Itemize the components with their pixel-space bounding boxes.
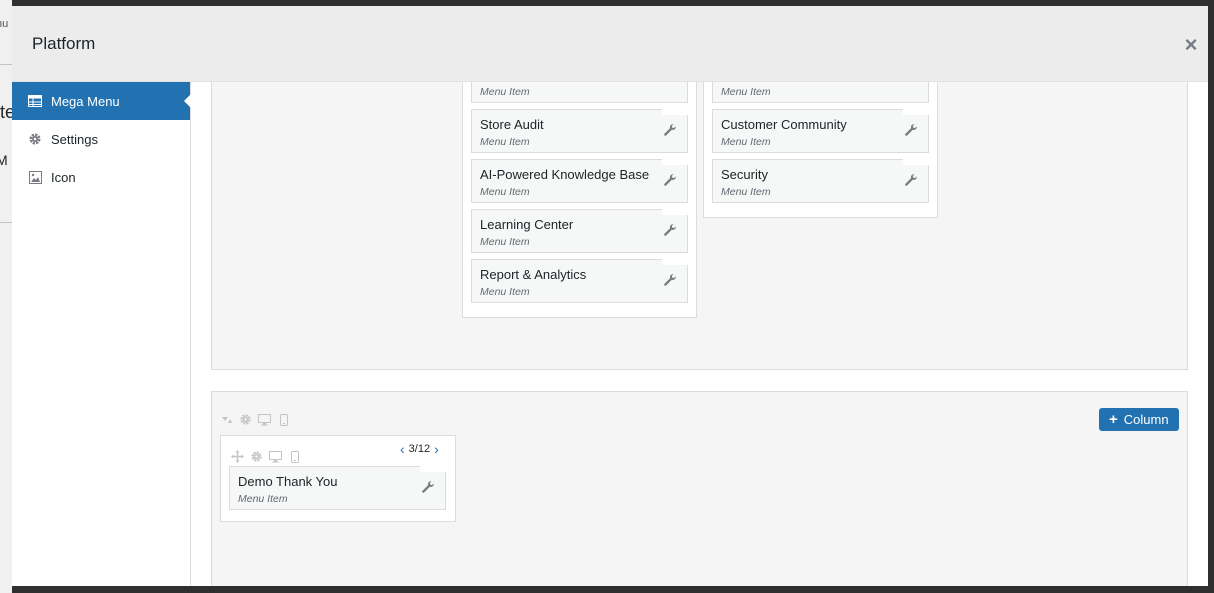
column-toolbar bbox=[231, 450, 301, 463]
menu-item-card[interactable]: Demo Thank You Menu Item bbox=[229, 466, 446, 510]
menu-item-type: Menu Item bbox=[480, 186, 530, 198]
add-column-label: Column bbox=[1123, 412, 1169, 427]
modal-title: Platform bbox=[32, 34, 96, 53]
sidebar-item-mega-menu[interactable]: Mega Menu bbox=[12, 82, 191, 120]
mega-menu-column: Menu Item Store Audit Menu Item AI-Power… bbox=[462, 82, 697, 318]
wrench-icon[interactable] bbox=[663, 223, 677, 237]
menu-item-type: Menu Item bbox=[480, 136, 530, 148]
menu-item-card[interactable]: Customer Community Menu Item bbox=[712, 109, 929, 153]
menu-item-title: Customer Community bbox=[721, 117, 847, 132]
mega-menu-column: Menu Item Customer Community Menu Item S… bbox=[703, 82, 938, 218]
row-toolbar bbox=[220, 413, 290, 426]
sidebar-item-label: Icon bbox=[51, 169, 76, 185]
modal-header: Platform × bbox=[12, 6, 1208, 82]
gear-icon bbox=[28, 132, 42, 146]
image-icon bbox=[28, 170, 42, 184]
menu-item-title: AI-Powered Knowledge Base bbox=[480, 167, 650, 182]
wrench-icon[interactable] bbox=[904, 173, 918, 187]
menu-item-title: Security bbox=[721, 167, 768, 182]
wrench-icon[interactable] bbox=[421, 480, 435, 494]
sidebar-item-settings[interactable]: Settings bbox=[12, 120, 190, 158]
menu-item-card[interactable]: Store Audit Menu Item bbox=[471, 109, 688, 153]
menu-item-type: Menu Item bbox=[721, 136, 771, 148]
background-divider bbox=[0, 222, 12, 223]
sidebar-item-label: Mega Menu bbox=[51, 93, 120, 109]
menu-item-card[interactable]: Menu Item bbox=[471, 82, 688, 103]
menu-item-type: Menu Item bbox=[480, 286, 530, 298]
menu-item-title: Learning Center bbox=[480, 217, 574, 232]
mega-menu-editor: Menu Item Store Audit Menu Item AI-Power… bbox=[191, 82, 1208, 586]
menu-item-type: Menu Item bbox=[721, 186, 771, 198]
menu-item-card[interactable]: Menu Item bbox=[712, 82, 929, 103]
mega-menu-row bbox=[211, 82, 1188, 370]
menu-item-title: Demo Thank You bbox=[238, 474, 338, 489]
menu-item-card[interactable]: Learning Center Menu Item bbox=[471, 209, 688, 253]
close-icon[interactable]: × bbox=[1176, 32, 1206, 58]
sidebar-item-label: Settings bbox=[51, 131, 98, 147]
move-icon[interactable] bbox=[231, 450, 244, 463]
wrench-icon[interactable] bbox=[663, 173, 677, 187]
column-width-control: ‹ 3/12 › bbox=[400, 442, 439, 456]
menu-item-card[interactable]: AI-Powered Knowledge Base Menu Item bbox=[471, 159, 688, 203]
menu-item-type: Menu Item bbox=[480, 86, 530, 98]
menu-item-card[interactable]: Security Menu Item bbox=[712, 159, 929, 203]
gear-icon[interactable] bbox=[239, 413, 252, 426]
wrench-icon[interactable] bbox=[663, 273, 677, 287]
background-text: ite bbox=[0, 102, 12, 122]
add-column-button[interactable]: + Column bbox=[1099, 408, 1179, 431]
desktop-icon[interactable] bbox=[258, 413, 271, 426]
mobile-icon[interactable] bbox=[277, 413, 290, 426]
menu-item-title: Store Audit bbox=[480, 117, 544, 132]
background-text: nu bbox=[0, 18, 9, 30]
menu-item-type: Menu Item bbox=[721, 86, 771, 98]
mobile-icon[interactable] bbox=[288, 450, 301, 463]
background-divider bbox=[0, 64, 12, 65]
wrench-icon[interactable] bbox=[663, 123, 677, 137]
column-width-value: 3/12 bbox=[408, 443, 431, 455]
menu-item-settings-modal: Platform × Mega Menu Settings Icon Menu … bbox=[12, 6, 1208, 586]
menu-item-card[interactable]: Report & Analytics Menu Item bbox=[471, 259, 688, 303]
chevron-left-icon[interactable]: ‹ bbox=[400, 442, 405, 456]
sort-icon[interactable] bbox=[220, 413, 233, 426]
menu-item-title: Report & Analytics bbox=[480, 267, 587, 282]
desktop-icon[interactable] bbox=[269, 450, 282, 463]
background-text: M bbox=[0, 152, 8, 168]
table-icon bbox=[28, 94, 42, 108]
plus-icon: + bbox=[1109, 411, 1118, 428]
wrench-icon[interactable] bbox=[904, 123, 918, 137]
menu-item-type: Menu Item bbox=[238, 493, 288, 505]
gear-icon[interactable] bbox=[250, 450, 263, 463]
sidebar-item-icon[interactable]: Icon bbox=[12, 158, 190, 196]
modal-sidebar: Mega Menu Settings Icon bbox=[12, 82, 191, 586]
menu-item-type: Menu Item bbox=[480, 236, 530, 248]
chevron-right-icon[interactable]: › bbox=[434, 442, 439, 456]
background-page: nu ite M bbox=[0, 0, 12, 593]
